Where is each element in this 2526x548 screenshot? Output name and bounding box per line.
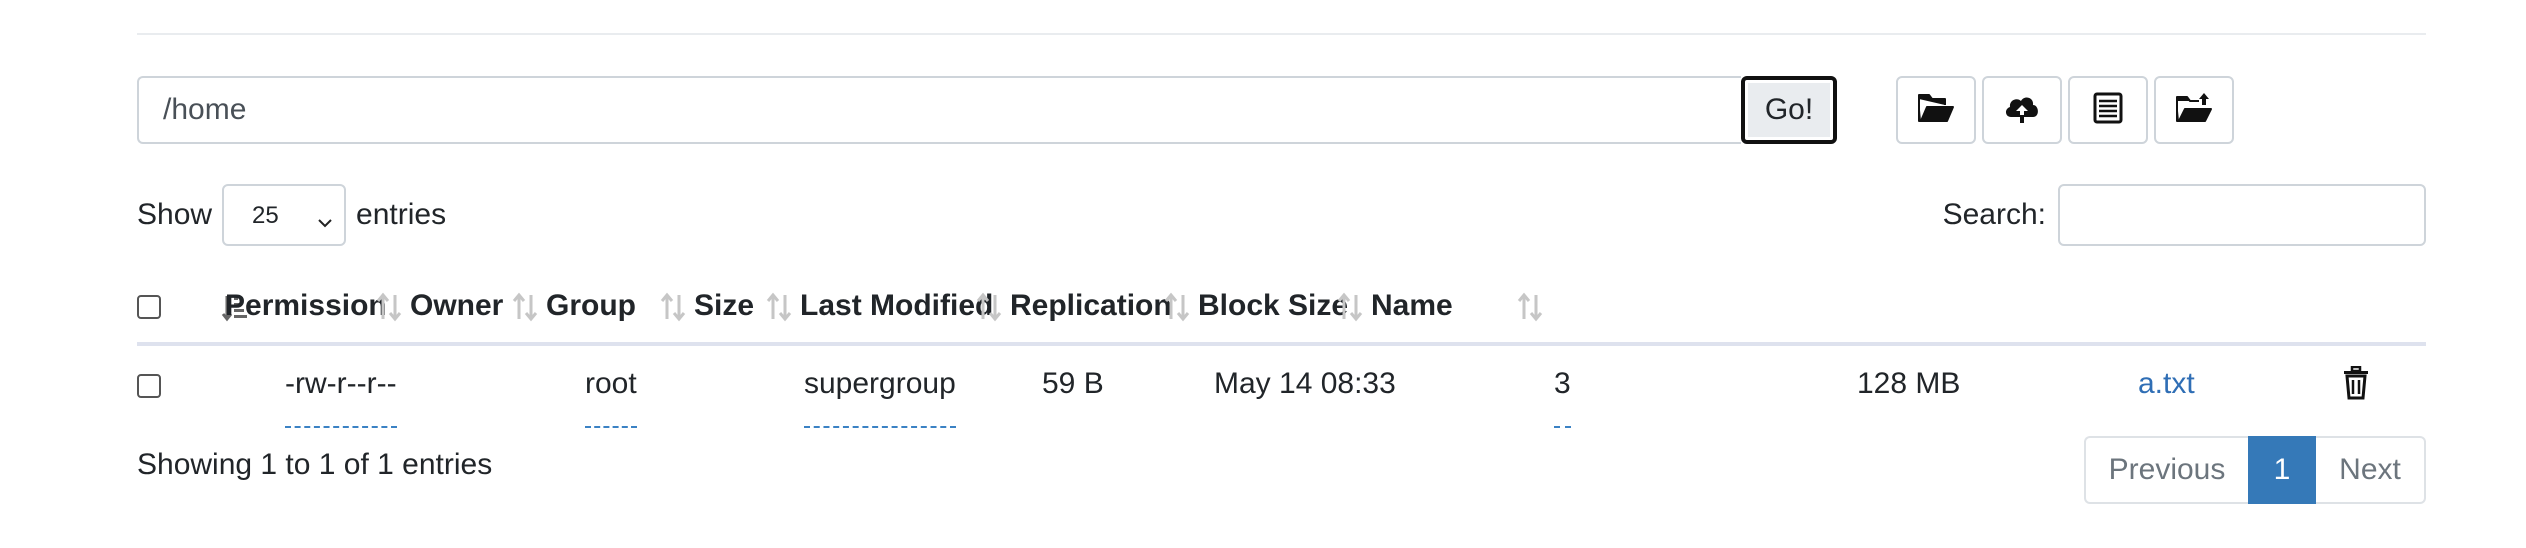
upload-directory-button[interactable]: [2154, 76, 2234, 144]
column-label-replication: Replication: [1010, 289, 1172, 322]
entries-per-page-select[interactable]: 25: [222, 184, 347, 246]
replication-value[interactable]: 3: [1554, 344, 1571, 428]
search-control: Search:: [1943, 184, 2426, 246]
toolbar: [1896, 76, 2234, 144]
page-1-button[interactable]: 1: [2248, 436, 2316, 504]
column-header-last-modified[interactable]: Last Modified: [800, 270, 1010, 346]
select-all-checkbox[interactable]: [137, 295, 161, 320]
column-label-block-size: Block Size: [1198, 289, 1349, 322]
sort-icon: [376, 292, 402, 322]
table-info: Showing 1 to 1 of 1 entries: [137, 448, 493, 481]
table-header-row: Permission Owner Group Size Last Modifie…: [137, 270, 2426, 346]
row-content: -rw-r--r-- root supergroup 59 B May 14 0…: [0, 344, 2526, 428]
path-bar: Go!: [137, 76, 1837, 144]
column-label-group: Group: [546, 289, 636, 322]
sort-icon: [766, 292, 792, 322]
entries-label: entries: [356, 198, 447, 231]
view-list-button[interactable]: [2068, 76, 2148, 144]
sort-icon: [660, 292, 686, 322]
column-header-replication[interactable]: Replication: [1010, 270, 1198, 346]
go-button[interactable]: Go!: [1741, 76, 1837, 144]
upload-button[interactable]: [1982, 76, 2062, 144]
sort-icon: [1517, 292, 1543, 322]
column-header-actions: [1551, 270, 2426, 346]
cloud-upload-icon: [2003, 91, 2041, 130]
folder-open-icon: [1917, 91, 1955, 130]
search-input[interactable]: [2058, 184, 2426, 246]
list-icon: [2089, 91, 2127, 130]
heading-divider: [137, 33, 2426, 35]
group-value[interactable]: supergroup: [804, 344, 956, 428]
next-page-button[interactable]: Next: [2316, 436, 2426, 504]
sort-icon: [976, 292, 1002, 322]
column-label-last-modified: Last Modified: [800, 289, 994, 322]
sort-icon: [512, 292, 538, 322]
show-label: Show: [137, 198, 213, 231]
sort-icon: [1164, 292, 1190, 322]
column-label-name: Name: [1371, 289, 1453, 322]
last-modified-value: May 14 08:33: [1214, 367, 1396, 400]
column-header-name[interactable]: Name: [1371, 270, 1551, 346]
page-heading-fragment: [630, 0, 690, 4]
pagination: Previous 1 Next: [2084, 436, 2426, 504]
column-label-owner: Owner: [410, 289, 504, 322]
sort-icon: [1337, 292, 1363, 322]
length-select-wrap: 25: [222, 184, 347, 246]
folder-upload-icon: [2175, 91, 2213, 130]
create-directory-button[interactable]: [1896, 76, 1976, 144]
file-browser-page: Go! Show 25: [0, 0, 2526, 548]
trash-icon[interactable]: [2342, 365, 2370, 400]
column-header-size[interactable]: Size: [694, 270, 800, 346]
column-header-block-size[interactable]: Block Size: [1198, 270, 1371, 346]
owner-value[interactable]: root: [585, 344, 637, 428]
column-label-size: Size: [694, 289, 755, 322]
size-value: 59 B: [1042, 367, 1104, 400]
permission-value[interactable]: -rw-r--r--: [285, 344, 397, 428]
column-header-permission[interactable]: Permission: [225, 270, 410, 346]
block-size-value: 128 MB: [1857, 367, 1961, 400]
column-header-owner[interactable]: Owner: [410, 270, 546, 346]
select-all-cell: [137, 270, 247, 346]
previous-page-button[interactable]: Previous: [2084, 436, 2248, 504]
length-control: Show 25 entries: [137, 184, 446, 246]
path-input[interactable]: [137, 76, 1741, 144]
search-label: Search:: [1942, 198, 2046, 231]
column-label-permission: Permission: [225, 289, 387, 322]
column-header-group[interactable]: Group: [546, 270, 694, 346]
file-name-link[interactable]: a.txt: [2138, 344, 2195, 424]
